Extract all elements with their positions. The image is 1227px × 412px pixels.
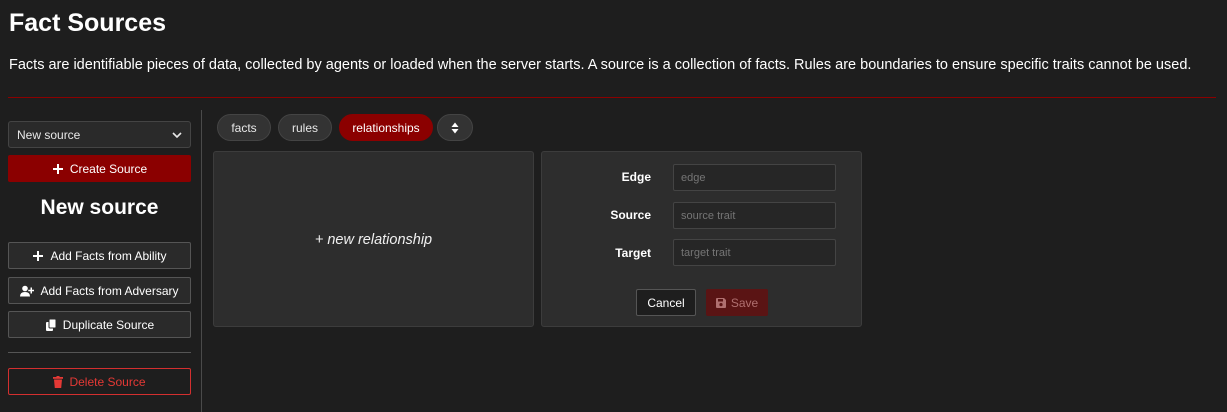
plus-icon (52, 163, 63, 174)
add-facts-adversary-button[interactable]: Add Facts from Adversary (8, 277, 191, 304)
delete-source-button[interactable]: Delete Source (8, 368, 191, 395)
sort-icon (451, 122, 459, 133)
page-title: Fact Sources (9, 9, 167, 37)
page-description: Facts are identifiable pieces of data, c… (9, 57, 1192, 73)
save-icon (715, 297, 726, 308)
sort-button[interactable] (437, 114, 473, 141)
new-relationship-label: + new relationship (314, 232, 433, 248)
edge-input[interactable] (673, 164, 836, 191)
edge-label: Edge (621, 170, 651, 184)
copy-icon (45, 318, 57, 331)
header-divider (8, 97, 1216, 98)
duplicate-source-label: Duplicate Source (62, 317, 155, 332)
sidebar-divider (8, 352, 191, 353)
target-label: Target (615, 246, 651, 260)
save-button[interactable]: Save (706, 289, 768, 316)
tab-relationships[interactable]: relationships (339, 114, 433, 141)
plus-icon (33, 250, 44, 261)
tab-facts[interactable]: facts (217, 114, 271, 141)
source-trait-input[interactable] (673, 202, 836, 229)
save-label: Save (730, 295, 759, 310)
add-facts-adversary-label: Add Facts from Adversary (40, 283, 179, 298)
chevron-down-icon (172, 132, 182, 139)
target-trait-input[interactable] (673, 239, 836, 266)
duplicate-source-button[interactable]: Duplicate Source (8, 311, 191, 338)
user-plus-icon (20, 285, 35, 296)
source-select-value: New source (17, 128, 81, 142)
source-label: Source (610, 208, 651, 222)
add-facts-ability-button[interactable]: Add Facts from Ability (8, 242, 191, 269)
add-facts-ability-label: Add Facts from Ability (50, 248, 167, 263)
tab-rules[interactable]: rules (278, 114, 332, 141)
relationship-form: Edge Source Target Cancel Save (541, 151, 862, 327)
new-relationship-card[interactable]: + new relationship (213, 151, 534, 327)
source-select[interactable]: New source (8, 121, 191, 148)
trash-icon (53, 375, 64, 388)
cancel-button[interactable]: Cancel (636, 289, 696, 316)
create-source-label: Create Source (69, 161, 148, 176)
create-source-button[interactable]: Create Source (8, 155, 191, 182)
delete-source-label: Delete Source (69, 374, 146, 389)
source-name-heading: New source (40, 196, 159, 219)
vertical-divider (201, 110, 202, 412)
